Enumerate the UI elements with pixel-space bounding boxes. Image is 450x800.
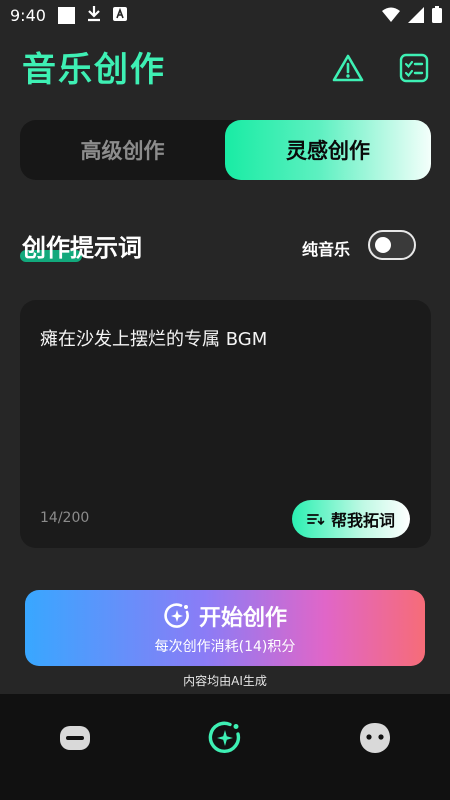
checklist-icon [399, 53, 429, 83]
wifi-icon [382, 7, 400, 27]
download-icon [87, 5, 101, 26]
report-button[interactable] [332, 52, 364, 84]
music-create-icon [208, 721, 241, 753]
nav-profile[interactable] [357, 720, 393, 756]
prompt-textarea[interactable]: 瘫在沙发上摆烂的专属 BGM [40, 325, 267, 351]
alien-icon [360, 723, 390, 753]
start-create-label: 开始创作 [198, 606, 287, 631]
start-main-row: 开始创作 [25, 600, 425, 632]
nav-music-create[interactable] [207, 720, 243, 756]
nav-chat[interactable] [57, 720, 93, 756]
signal-icon [408, 6, 424, 27]
ai-disclaimer: 内容均由AI生成 [183, 674, 267, 688]
app-notification-icon [112, 6, 127, 25]
mode-segmented-control: 高级创作 灵感创作 [20, 120, 431, 180]
points-cost-text: 每次创作消耗(14)积分 [154, 639, 296, 655]
status-bar: 9:40 [0, 0, 450, 30]
section-title: 创作提示词 [22, 234, 142, 262]
char-count: 14/200 [40, 510, 90, 526]
page-title: 音乐创作 [22, 50, 166, 90]
status-time: 9:40 [10, 5, 46, 25]
battery-icon [432, 6, 442, 27]
bottom-nav [0, 694, 450, 800]
notification-icon [57, 6, 75, 24]
pure-music-toggle[interactable] [368, 230, 416, 260]
app-header: 音乐创作 [22, 48, 432, 96]
pure-music-label: 纯音乐 [302, 240, 351, 259]
toggle-knob [375, 237, 391, 253]
sparkle-record-icon [164, 603, 189, 628]
list-expand-icon [307, 514, 325, 526]
tab-advanced-create[interactable]: 高级创作 [20, 120, 225, 180]
expand-prompt-label: 帮我拓词 [330, 511, 395, 530]
start-create-button[interactable]: 开始创作 每次创作消耗(14)积分 [25, 590, 425, 666]
chat-bubble-icon [60, 726, 90, 750]
expand-prompt-button[interactable]: 帮我拓词 [292, 500, 410, 538]
task-list-button[interactable] [398, 52, 430, 84]
warning-icon [332, 54, 364, 82]
tab-inspiration-create[interactable]: 灵感创作 [225, 120, 431, 180]
prompt-input-card[interactable]: 瘫在沙发上摆烂的专属 BGM 14/200 帮我拓词 [20, 300, 431, 548]
